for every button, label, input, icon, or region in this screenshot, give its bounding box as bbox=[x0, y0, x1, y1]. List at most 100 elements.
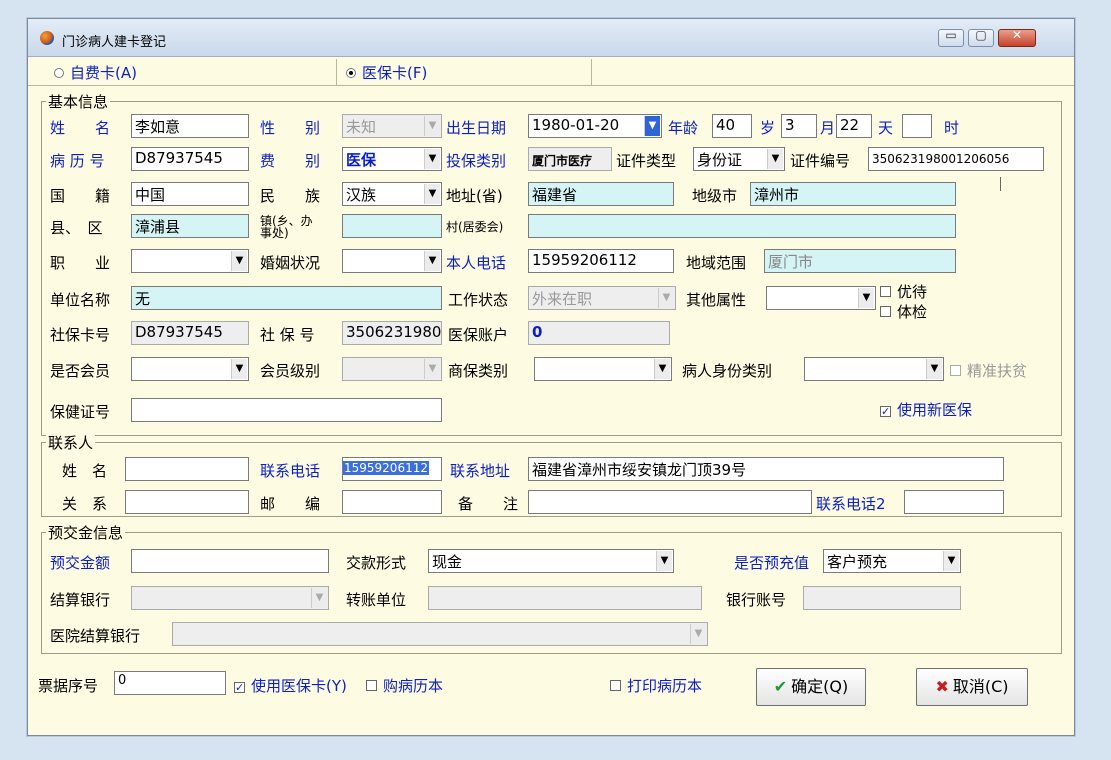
relation-label: 关 系 bbox=[62, 495, 108, 513]
close-icon: ✕ bbox=[1011, 28, 1023, 42]
age-hours-field[interactable] bbox=[902, 114, 932, 138]
contact-title: 联系人 bbox=[46, 432, 96, 453]
close-button[interactable]: ✕ bbox=[998, 28, 1036, 47]
member-select[interactable]: ▼ bbox=[131, 357, 249, 381]
chevron-down-icon: ▼ bbox=[767, 149, 783, 169]
chevron-down-icon: ▼ bbox=[231, 359, 247, 379]
account-label: 银行账号 bbox=[726, 591, 787, 609]
maximize-button[interactable]: ▢ bbox=[968, 28, 994, 47]
health-cert-field[interactable] bbox=[131, 398, 442, 422]
text-cursor bbox=[1000, 177, 1001, 191]
days-unit: 天 bbox=[878, 119, 894, 137]
member-level-label: 会员级别 bbox=[260, 362, 321, 380]
poverty-checkbox[interactable]: 精准扶贫 bbox=[950, 360, 1027, 381]
other-attr-label: 其他属性 bbox=[686, 291, 747, 309]
name-field[interactable]: 李如意 bbox=[131, 114, 249, 138]
job-select[interactable]: ▼ bbox=[131, 249, 249, 273]
county-field[interactable]: 漳浦县 bbox=[131, 214, 249, 238]
prepay-amount-label: 预交金额 bbox=[50, 554, 111, 572]
checkbox-icon bbox=[610, 680, 621, 691]
minimize-button[interactable]: ▭ bbox=[938, 28, 964, 47]
village-field[interactable] bbox=[528, 214, 956, 238]
use-card-checkbox[interactable]: ✓ 使用医保卡(Y) bbox=[234, 675, 347, 696]
note-field[interactable] bbox=[528, 490, 812, 514]
divider bbox=[28, 85, 1074, 86]
prepay-amount-field[interactable] bbox=[131, 549, 329, 573]
gender-label: 性 别 bbox=[260, 119, 321, 137]
id-type-select[interactable]: 身份证 ▼ bbox=[693, 147, 785, 171]
chevron-down-icon: ▼ bbox=[654, 359, 670, 379]
identity-type-select[interactable]: ▼ bbox=[804, 357, 944, 381]
work-status-select[interactable]: 外来在职 ▼ bbox=[528, 286, 676, 310]
self-pay-card-radio[interactable]: 自费卡(A) bbox=[54, 62, 137, 83]
contact-address-field[interactable]: 福建省漳州市绥安镇龙门顶39号 bbox=[528, 457, 1004, 481]
insurance-card-radio[interactable]: 医保卡(F) bbox=[346, 62, 427, 83]
age-months-field[interactable]: 3 bbox=[781, 114, 817, 138]
id-no-field[interactable]: 350623198001206056 bbox=[868, 147, 1044, 171]
member-level-select[interactable]: ▼ bbox=[342, 357, 442, 381]
town-label: 镇(乡、办事处) bbox=[260, 214, 313, 240]
pay-form-select[interactable]: 现金 ▼ bbox=[428, 549, 674, 573]
contact-phone2-field[interactable] bbox=[904, 490, 1004, 514]
commercial-select[interactable]: ▼ bbox=[534, 357, 672, 381]
id-type-label: 证件类型 bbox=[616, 152, 677, 170]
insure-type-field[interactable]: 厦门市医疗 bbox=[528, 147, 612, 171]
town-field[interactable] bbox=[342, 214, 442, 238]
age-days-field[interactable]: 22 bbox=[836, 114, 872, 138]
gender-select[interactable]: 未知 ▼ bbox=[342, 114, 442, 138]
marital-label: 婚姻状况 bbox=[260, 254, 321, 272]
contact-phone-field[interactable]: 15959206112 bbox=[342, 457, 442, 481]
cancel-button[interactable]: ✖ 取消(C) bbox=[916, 668, 1028, 706]
city-field[interactable]: 漳州市 bbox=[750, 182, 956, 206]
new-insurance-checkbox[interactable]: ✓ 使用新医保 bbox=[880, 399, 972, 420]
city-label: 地级市 bbox=[692, 187, 738, 205]
work-status-label: 工作状态 bbox=[448, 291, 509, 309]
fee-type-select[interactable]: 医保 ▼ bbox=[342, 147, 442, 171]
zip-field[interactable] bbox=[342, 490, 442, 514]
print-book-checkbox[interactable]: 打印病历本 bbox=[610, 675, 702, 696]
radio-on-icon bbox=[346, 68, 356, 78]
chevron-down-icon: ▼ bbox=[424, 251, 440, 271]
chevron-down-icon: ▼ bbox=[858, 288, 874, 308]
buy-book-checkbox[interactable]: 购病历本 bbox=[366, 675, 443, 696]
relation-field[interactable] bbox=[125, 490, 249, 514]
social-no-field[interactable]: 350623198001206056 bbox=[342, 321, 442, 345]
title-bar[interactable]: 门诊病人建卡登记 ▭ ▢ ✕ bbox=[28, 19, 1074, 57]
chevron-down-icon: ▼ bbox=[658, 288, 674, 308]
hours-unit: 时 bbox=[944, 119, 960, 137]
contact-name-field[interactable] bbox=[125, 457, 249, 481]
ethnic-select[interactable]: 汉族 ▼ bbox=[342, 182, 442, 206]
contact-phone-label: 联系电话 bbox=[260, 462, 321, 480]
nation-field[interactable]: 中国 bbox=[131, 182, 249, 206]
receipt-field[interactable]: 0 bbox=[114, 671, 226, 695]
record-no-field[interactable]: D87937545 bbox=[131, 147, 249, 171]
phone-field[interactable]: 15959206112 bbox=[528, 249, 674, 273]
check-icon: ✓ bbox=[234, 681, 245, 694]
other-attr-select[interactable]: ▼ bbox=[766, 286, 876, 310]
chevron-down-icon: ▼ bbox=[656, 551, 672, 571]
birth-date-picker[interactable]: 1980-01-20 ▼ bbox=[528, 114, 662, 138]
checkbox-icon bbox=[366, 680, 377, 691]
checkbox-icon bbox=[950, 365, 961, 376]
phone-label: 本人电话 bbox=[446, 254, 507, 272]
ok-button[interactable]: ✔ 确定(Q) bbox=[756, 668, 866, 706]
prefill-select[interactable]: 客户预充 ▼ bbox=[823, 549, 961, 573]
region-field[interactable]: 厦门市 bbox=[764, 249, 956, 273]
months-unit: 月 bbox=[820, 119, 836, 137]
company-field[interactable]: 无 bbox=[131, 286, 442, 310]
pay-form-label: 交款形式 bbox=[346, 554, 407, 572]
account-field[interactable] bbox=[803, 586, 961, 610]
chevron-down-icon: ▼ bbox=[644, 116, 660, 136]
marital-select[interactable]: ▼ bbox=[342, 249, 442, 273]
chevron-down-icon: ▼ bbox=[424, 116, 440, 136]
province-field[interactable]: 福建省 bbox=[528, 182, 674, 206]
insurance-account-field[interactable]: 0 bbox=[528, 321, 670, 345]
chevron-down-icon: ▼ bbox=[311, 588, 327, 608]
hospital-bank-select[interactable]: ▼ bbox=[172, 622, 708, 646]
social-card-field[interactable]: D87937545 bbox=[131, 321, 249, 345]
bank-select[interactable]: ▼ bbox=[131, 586, 329, 610]
checkup-checkbox[interactable]: 体检 bbox=[880, 301, 927, 322]
preferential-checkbox[interactable]: 优待 bbox=[880, 281, 927, 302]
transfer-field[interactable] bbox=[428, 586, 702, 610]
age-years-field[interactable]: 40 bbox=[712, 114, 752, 138]
